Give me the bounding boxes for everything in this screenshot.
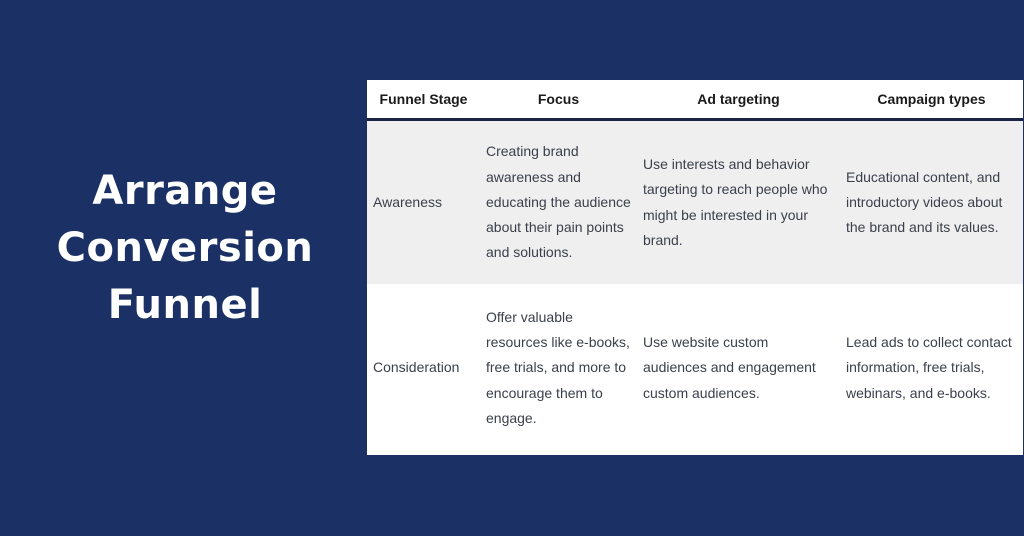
cell-ad-targeting: Use interests and behavior targeting to …	[637, 119, 840, 284]
cell-focus: Creating brand awareness and educating t…	[480, 119, 637, 284]
cell-ad-targeting: Use website custom audiences and engagem…	[637, 284, 840, 452]
table-row: Awareness Creating brand awareness and e…	[367, 119, 1023, 284]
funnel-table: Funnel Stage Focus Ad targeting Campaign…	[367, 80, 1023, 455]
cell-campaign-types: Educational content, and introductory vi…	[840, 119, 1023, 284]
header-campaign-types: Campaign types	[840, 80, 1023, 121]
cell-stage: Consideration	[367, 284, 480, 452]
header-ad-targeting: Ad targeting	[637, 80, 840, 121]
title-line: Arrange	[92, 168, 278, 214]
cell-focus: Offer valuable resources like e-books, f…	[480, 284, 637, 452]
table-row: Consideration Offer valuable resources l…	[367, 284, 1023, 452]
cell-campaign-types: Lead ads to collect contact information,…	[840, 284, 1023, 452]
header-focus: Focus	[480, 80, 637, 121]
cell-stage: Awareness	[367, 119, 480, 284]
title-line: Conversion	[56, 225, 314, 271]
table-header-row: Funnel Stage Focus Ad targeting Campaign…	[367, 80, 1023, 121]
header-funnel-stage: Funnel Stage	[367, 80, 480, 121]
title-line: Funnel	[107, 282, 263, 328]
page-title: Arrange Conversion Funnel	[40, 163, 330, 334]
